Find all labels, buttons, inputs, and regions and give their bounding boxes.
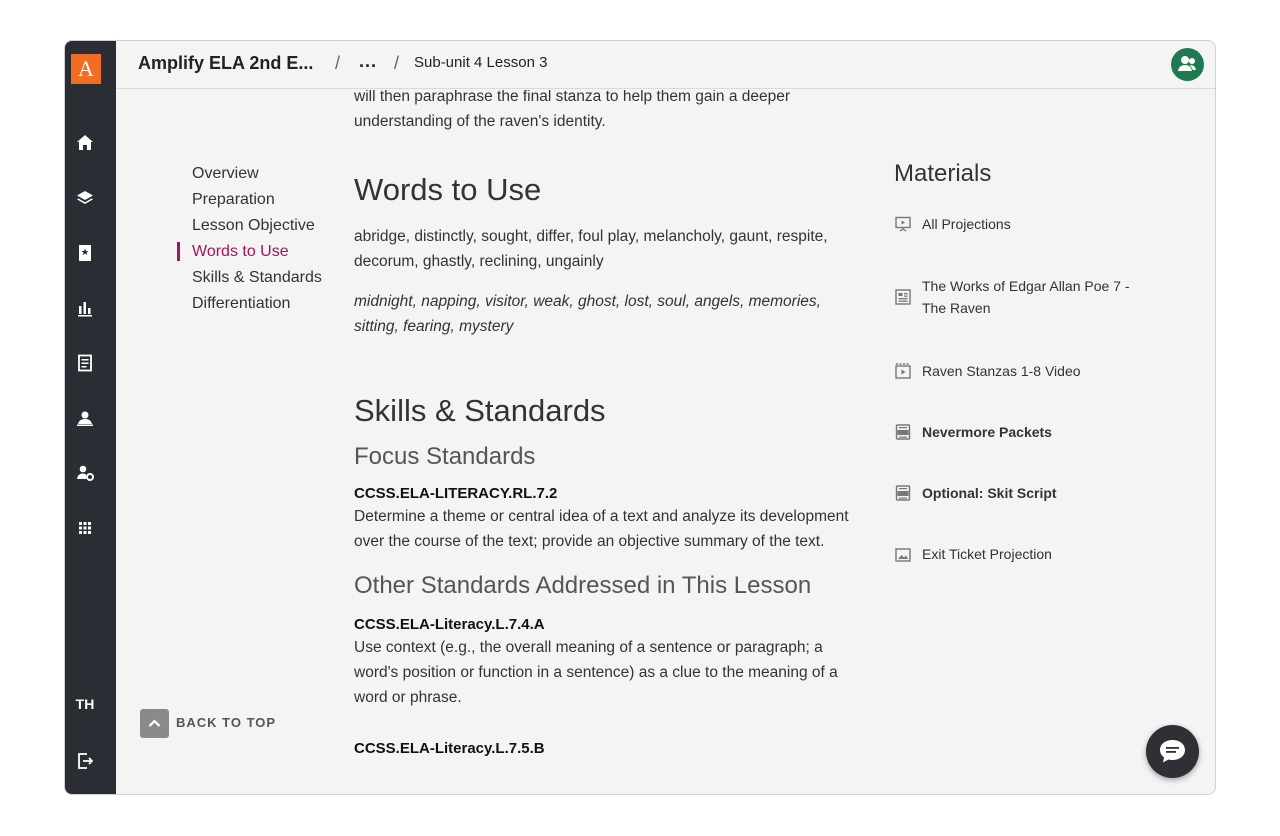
teacher-icon[interactable]: [74, 407, 96, 429]
vocabulary-list: abridge, distinctly, sought, differ, fou…: [354, 228, 828, 270]
words-heading: Words to Use: [354, 172, 542, 207]
amplify-logo[interactable]: A: [71, 54, 101, 84]
projection-icon: [894, 215, 912, 233]
standard-code: CCSS.ELA-Literacy.L.7.5.B: [354, 740, 545, 757]
left-nav-rail: A TH: [65, 41, 116, 794]
apps-grid-icon[interactable]: [74, 517, 96, 539]
material-label: The Works of Edgar Allan Poe 7 - The Rav…: [922, 278, 1130, 316]
intro-paragraph: will then paraphrase the final stanza to…: [354, 90, 854, 134]
focus-standards-heading: Focus Standards: [354, 443, 536, 470]
user-settings-icon[interactable]: [74, 462, 96, 484]
users-icon: [1178, 56, 1196, 71]
app-window: A TH Amplify ELA 2nd E... / ... / Sub-un…: [64, 40, 1216, 795]
chat-button[interactable]: [1146, 725, 1199, 778]
material-label: Optional: Skit Script: [922, 485, 1057, 501]
pdf-icon: [894, 484, 912, 502]
main-column: Words to Use abridge, distinctly, sought…: [354, 170, 864, 759]
chevron-up-icon: [148, 719, 161, 727]
standard-description: Determine a theme or central idea of a t…: [354, 508, 849, 550]
chat-bubble-icon: [1160, 740, 1185, 763]
breadcrumb-separator: /: [335, 53, 341, 73]
material-label: Nevermore Packets: [922, 424, 1052, 440]
standard-code: CCSS.ELA-Literacy.L.7.4.A: [354, 616, 545, 633]
materials-heading: Materials: [894, 160, 992, 187]
material-label: Raven Stanzas 1-8 Video: [922, 363, 1081, 379]
intro-line: understanding of the raven's identity.: [354, 113, 606, 130]
video-icon: [894, 362, 912, 380]
intro-line: will then paraphrase the final stanza to…: [354, 90, 791, 105]
home-icon[interactable]: [74, 132, 96, 154]
standard-code: CCSS.ELA-LITERACY.RL.7.2: [354, 485, 558, 502]
account-avatar-button[interactable]: [1171, 48, 1204, 81]
layers-icon[interactable]: [74, 187, 96, 209]
logout-icon[interactable]: [74, 750, 96, 772]
document-icon: [894, 288, 912, 306]
lesson-content: will then paraphrase the final stanza to…: [116, 90, 1215, 794]
material-label: Exit Ticket Projection: [922, 546, 1052, 562]
document-list-icon[interactable]: [74, 352, 96, 374]
image-icon: [894, 546, 912, 564]
breadcrumb-lesson: Sub-unit 4 Lesson 3: [414, 54, 548, 71]
back-to-top-button[interactable]: [140, 709, 169, 738]
toc-skills-standards[interactable]: Skills & Standards: [192, 268, 322, 287]
section-toc: Overview Preparation Lesson Objective Wo…: [177, 164, 322, 320]
breadcrumb-program[interactable]: Amplify ELA 2nd E...: [138, 53, 313, 74]
breadcrumb: Amplify ELA 2nd E... / ... / Sub-unit 4 …: [116, 41, 1215, 89]
bookmark-star-icon[interactable]: [74, 242, 96, 264]
bar-chart-icon[interactable]: [74, 297, 96, 319]
toc-differentiation[interactable]: Differentiation: [192, 294, 322, 313]
standard-description: Use context (e.g., the overall meaning o…: [354, 639, 838, 706]
user-initials[interactable]: TH: [65, 696, 105, 712]
materials-panel: Materials All Projections The Works of E…: [894, 159, 1134, 562]
toc-lesson-objective[interactable]: Lesson Objective: [192, 216, 322, 235]
toc-overview[interactable]: Overview: [192, 164, 322, 183]
toc-words-to-use[interactable]: Words to Use: [177, 242, 322, 261]
breadcrumb-separator: /: [394, 53, 400, 73]
other-standards-heading: Other Standards Addressed in This Lesson: [354, 572, 812, 599]
toc-preparation[interactable]: Preparation: [192, 190, 322, 209]
back-to-top-label[interactable]: BACK TO TOP: [176, 715, 276, 730]
breadcrumb-ellipsis-button[interactable]: ...: [359, 51, 377, 72]
material-label: All Projections: [922, 216, 1011, 232]
word-bank-list: midnight, napping, visitor, weak, ghost,…: [354, 293, 821, 335]
pdf-icon: [894, 423, 912, 441]
skills-heading: Skills & Standards: [354, 393, 606, 428]
